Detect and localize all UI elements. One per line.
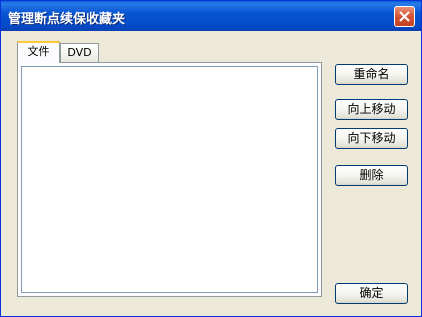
dialog-window: 管理断点续保收藏夹 文件 DVD 重命名 向上移动 向下移动 删除 确定 bbox=[0, 0, 422, 317]
favorites-list[interactable] bbox=[21, 66, 318, 293]
title-bar[interactable]: 管理断点续保收藏夹 bbox=[1, 1, 421, 31]
delete-button[interactable]: 删除 bbox=[335, 165, 408, 186]
close-icon bbox=[399, 11, 410, 22]
move-up-button[interactable]: 向上移动 bbox=[335, 99, 408, 120]
ok-button[interactable]: 确定 bbox=[335, 283, 408, 304]
rename-button[interactable]: 重命名 bbox=[335, 64, 408, 85]
window-title: 管理断点续保收藏夹 bbox=[8, 12, 126, 27]
tab-file[interactable]: 文件 bbox=[17, 41, 60, 63]
close-button[interactable] bbox=[394, 6, 415, 27]
tab-dvd[interactable]: DVD bbox=[60, 43, 99, 62]
move-down-button[interactable]: 向下移动 bbox=[335, 128, 408, 149]
tab-panel bbox=[17, 62, 322, 297]
